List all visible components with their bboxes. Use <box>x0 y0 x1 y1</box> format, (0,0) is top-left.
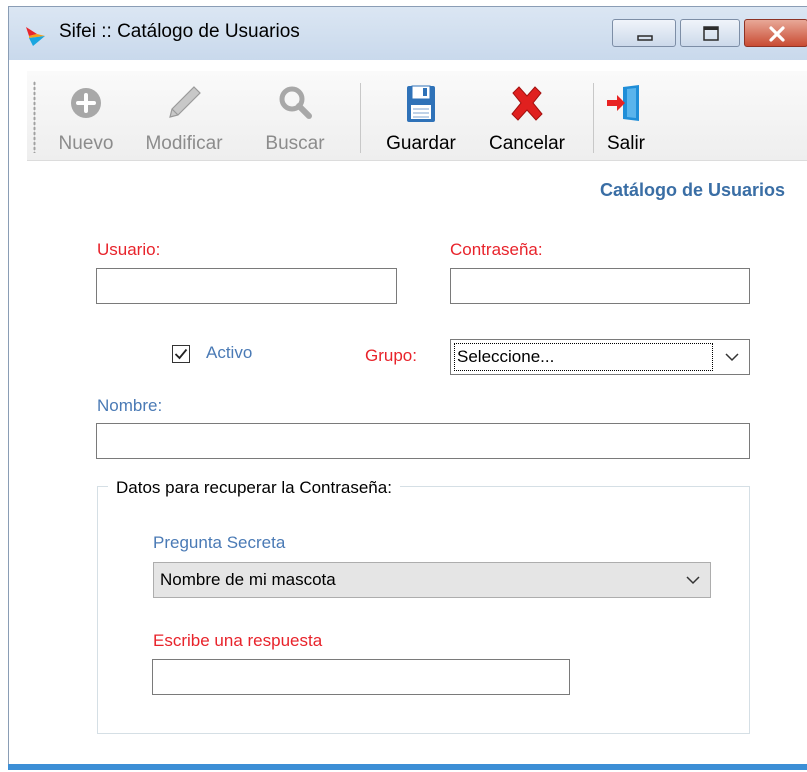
window-bottom-border <box>8 764 807 770</box>
nombre-label: Nombre: <box>97 396 163 415</box>
title-bar[interactable]: Sifei :: Catálogo de Usuarios <box>9 7 807 60</box>
buscar-label: Buscar <box>265 133 325 154</box>
contrasena-label: Contraseña: <box>450 240 543 259</box>
recovery-legend: Datos para recuperar la Contraseña: <box>108 478 400 498</box>
close-button[interactable] <box>744 19 807 47</box>
activo-checkbox[interactable] <box>172 345 190 363</box>
minimize-button[interactable] <box>612 19 676 47</box>
window-title: Sifei :: Catálogo de Usuarios <box>59 21 300 42</box>
respuesta-input[interactable] <box>152 659 570 695</box>
pregunta-label: Pregunta Secreta <box>153 533 286 552</box>
salir-button[interactable]: Salir <box>601 75 651 159</box>
pencil-icon <box>169 86 201 118</box>
contrasena-input[interactable] <box>450 268 750 304</box>
toolbar-separator <box>360 83 361 153</box>
respuesta-label: Escribe una respuesta <box>153 631 323 650</box>
salir-label: Salir <box>606 133 645 154</box>
minimize-icon <box>637 35 653 41</box>
cancelar-button[interactable]: Cancelar <box>475 75 579 159</box>
chevron-down-icon <box>686 576 700 585</box>
guardar-button[interactable]: Guardar <box>371 75 471 159</box>
chevron-down-icon <box>725 353 739 362</box>
activo-label: Activo <box>206 343 253 362</box>
nombre-input[interactable] <box>96 423 750 459</box>
red-x-icon <box>511 86 543 121</box>
magnifier-icon <box>279 86 312 119</box>
maximize-button[interactable] <box>680 19 740 47</box>
nuevo-button[interactable]: Nuevo <box>47 75 125 159</box>
usuario-label: Usuario: <box>97 240 161 259</box>
pregunta-selected-value: Nombre de mi mascota <box>160 570 336 589</box>
main-toolbar: Nuevo Modificar Buscar Guardar Cancelar … <box>27 71 807 161</box>
guardar-label: Guardar <box>386 133 456 154</box>
close-icon <box>769 26 785 42</box>
maximize-icon <box>703 26 719 41</box>
buscar-button[interactable]: Buscar <box>245 75 345 159</box>
cancelar-label: Cancelar <box>488 133 566 154</box>
grupo-selected-value: Seleccione... <box>457 347 555 366</box>
modificar-label: Modificar <box>145 133 223 154</box>
nuevo-label: Nuevo <box>58 133 114 154</box>
grupo-select[interactable]: Seleccione... <box>450 339 750 375</box>
modificar-button[interactable]: Modificar <box>127 75 241 159</box>
pregunta-select[interactable]: Nombre de mi mascota <box>153 562 711 598</box>
exit-door-icon <box>607 85 639 121</box>
section-title: Catálogo de Usuarios <box>599 180 785 200</box>
plus-circle-icon <box>71 88 101 118</box>
usuario-input[interactable] <box>96 268 397 304</box>
toolbar-grip[interactable] <box>33 81 36 153</box>
floppy-disk-icon <box>407 85 435 122</box>
sifei-logo-icon <box>26 27 45 46</box>
checkmark-icon <box>174 348 188 360</box>
toolbar-separator <box>593 83 594 153</box>
grupo-label: Grupo: <box>365 346 417 365</box>
recovery-groupbox <box>97 486 750 734</box>
